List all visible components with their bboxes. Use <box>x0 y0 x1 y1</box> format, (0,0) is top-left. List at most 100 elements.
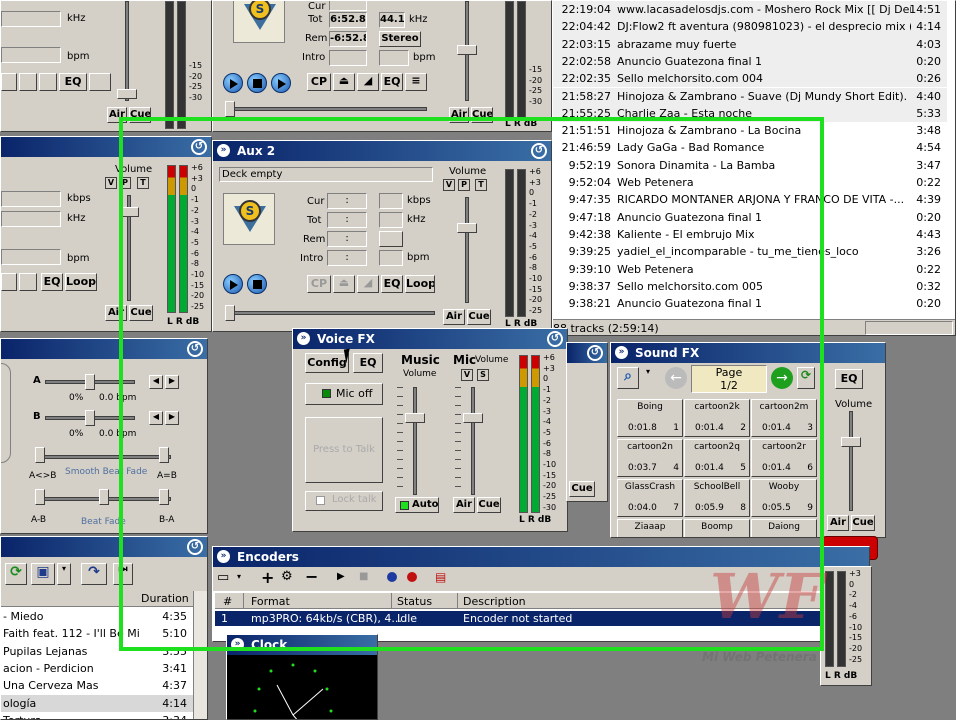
playlist-row[interactable]: - Miedo 4:35 <box>1 608 193 626</box>
eject-button[interactable]: ⏏ <box>333 73 355 91</box>
fx-pad[interactable]: Wooby 0:05.5 9 <box>751 479 817 517</box>
loop-button[interactable]: Loop <box>65 273 97 291</box>
refresh-icon[interactable]: ⟳ <box>5 563 27 585</box>
history-row[interactable]: 9:52:19 Sonora Dinamita - La Bamba 3:47 <box>553 157 947 174</box>
seek-thumb[interactable] <box>225 305 235 321</box>
loop-button[interactable]: Loop <box>405 275 435 293</box>
next-page-icon[interactable]: → <box>771 367 793 389</box>
col-format[interactable]: Format <box>251 595 290 608</box>
t-button[interactable]: T <box>475 179 487 191</box>
close-icon[interactable]: ↺ <box>587 345 603 361</box>
close-icon[interactable]: ↺ <box>531 143 547 159</box>
pitch-b-right[interactable]: ▶ <box>165 411 179 425</box>
eq-button[interactable]: EQ <box>41 273 63 291</box>
col-description[interactable]: Description <box>463 595 526 608</box>
eq-button[interactable]: EQ <box>381 275 403 293</box>
prev-page-icon[interactable]: ← <box>665 367 687 389</box>
s-button[interactable]: S <box>477 369 489 381</box>
remove-icon[interactable]: − <box>305 567 318 586</box>
music-volume-thumb[interactable] <box>405 413 425 423</box>
save-icon[interactable]: ▣ <box>31 563 55 585</box>
v-button[interactable]: V <box>443 179 455 191</box>
p-button[interactable]: P <box>458 179 470 191</box>
playlist-row[interactable]: Faith feat. 112 - I'll Be Mis... 5:10 <box>1 625 193 643</box>
auto-button[interactable]: Auto <box>395 497 439 513</box>
close-icon[interactable]: ↺ <box>187 539 203 555</box>
history-row[interactable]: 22:02:35 Sello melchorsito.com 004 0:26 <box>553 70 947 88</box>
history-row[interactable]: 22:19:04 www.lacasadelosdjs.com - Moshero… <box>553 1 947 19</box>
air-button[interactable]: Air <box>105 305 127 321</box>
history-row[interactable]: 9:52:04 Web Petenera 0:22 <box>553 174 947 191</box>
history-row[interactable]: 9:39:10 Web Petenera 0:22 <box>553 261 947 278</box>
deck-btn-2[interactable] <box>19 73 37 91</box>
pitch-a-thumb[interactable] <box>85 374 95 390</box>
pitch-b-left[interactable]: ◀ <box>149 411 163 425</box>
air-button[interactable]: Air <box>453 497 475 513</box>
stereo-button[interactable]: Stereo <box>379 31 421 47</box>
playlist-row[interactable]: Una Cerveza Mas 4:37 <box>1 677 193 695</box>
volume-thumb[interactable] <box>841 437 861 447</box>
smooth-fade-thumb-b[interactable] <box>159 447 169 463</box>
history-row[interactable]: 21:55:25 Charlie Zaa - Esta noche 5:33 <box>553 104 947 123</box>
playlist-row[interactable]: acion - Perdicion 3:41 <box>1 659 193 678</box>
next-button[interactable] <box>271 73 291 93</box>
eq-button[interactable]: EQ <box>353 353 383 373</box>
redo-icon[interactable]: ↷ <box>81 563 107 585</box>
smooth-fade-thumb[interactable] <box>35 447 45 463</box>
fx-pad[interactable]: GlassCrash 0:04.0 7 <box>617 479 683 517</box>
mic-volume-thumb[interactable] <box>463 413 483 423</box>
deck-btn-4[interactable] <box>89 73 111 91</box>
history-row[interactable]: 9:47:18 Anuncio Guatezona final 1 0:20 <box>553 209 947 226</box>
start-icon[interactable]: ▶ <box>337 571 345 582</box>
fx-pad[interactable]: Ziaaap <box>617 519 683 537</box>
cue-button[interactable]: Cue <box>477 497 501 513</box>
play-button[interactable] <box>223 274 243 294</box>
volume-thumb[interactable] <box>119 207 139 217</box>
deck-btn-1[interactable] <box>1 273 17 291</box>
history-row[interactable]: 22:04:42 DJ:Flow2 ft aventura (980981023)… <box>553 18 947 36</box>
deck-btn-2[interactable] <box>19 273 37 291</box>
menu-button[interactable]: ≡ <box>405 73 427 91</box>
history-row[interactable]: 22:03:15 abrazame muy fuerte 4:03 <box>553 35 947 53</box>
seek-thumb[interactable] <box>225 101 235 117</box>
ramp-button[interactable]: ◢ <box>357 73 379 91</box>
volume-thumb[interactable] <box>457 45 477 55</box>
fx-pad[interactable]: Boing 0:01.8 1 <box>617 399 683 437</box>
cue-button[interactable]: Cue <box>467 309 491 325</box>
p-button[interactable]: P <box>119 177 131 189</box>
close-icon[interactable]: ↺ <box>191 139 207 155</box>
close-icon[interactable]: ↺ <box>547 331 563 347</box>
play-button[interactable] <box>223 73 243 93</box>
eject-button[interactable]: ⏏ <box>333 275 355 293</box>
fx-pad[interactable]: SchoolBell 0:05.9 8 <box>684 479 750 517</box>
col-num[interactable]: # <box>223 595 232 608</box>
cue-button[interactable]: Cue <box>129 107 151 123</box>
beat-fade-thumb-b[interactable] <box>159 489 169 505</box>
stats-icon[interactable]: ▤ <box>435 570 446 584</box>
history-row[interactable]: 21:46:59 Lady GaGa - Bad Romance 4:54 <box>553 139 947 156</box>
history-row[interactable]: 9:47:35 RICARDO MONTANER ARJONA Y FRANCO … <box>553 191 947 208</box>
stop-icon[interactable]: ■ <box>359 571 368 582</box>
air-button[interactable]: Air <box>449 107 469 123</box>
cue-button[interactable]: Cue <box>471 107 493 123</box>
cp-button[interactable]: CP <box>307 73 331 91</box>
cue-button[interactable]: Cue <box>129 305 153 321</box>
pitch-a-left[interactable]: ◀ <box>149 375 163 389</box>
v-button[interactable]: V <box>105 177 117 189</box>
stop-button[interactable] <box>247 73 267 93</box>
deck-btn-1[interactable] <box>1 73 17 91</box>
pitch-a-right[interactable]: ▶ <box>165 375 179 389</box>
connect-icon[interactable] <box>387 572 397 582</box>
air-button[interactable]: Air <box>443 309 465 325</box>
mic-off-button[interactable]: Mic off <box>305 383 383 405</box>
history-row[interactable]: 22:02:58 Anuncio Guatezona final 1 0:20 <box>553 52 947 71</box>
skip-icon[interactable]: ⏭ <box>113 563 133 585</box>
v-button[interactable]: V <box>461 369 473 381</box>
encoder-row[interactable]: 1 mp3PRO: 64kb/s (CBR), 4... Idle Encode… <box>215 611 865 626</box>
playlist-row[interactable]: Tortura 3:34 <box>1 711 193 719</box>
beat-fade-thumb-a[interactable] <box>35 489 45 505</box>
lock-talk-button[interactable]: Lock talk <box>305 491 383 511</box>
history-row[interactable]: 21:58:27 Hinojoza & Zambrano - Suave (Dj … <box>553 87 947 105</box>
fx-pad[interactable]: cartoon2q 0:01.4 5 <box>684 439 750 477</box>
fx-pad[interactable]: cartoon2k 0:01.4 2 <box>684 399 750 437</box>
